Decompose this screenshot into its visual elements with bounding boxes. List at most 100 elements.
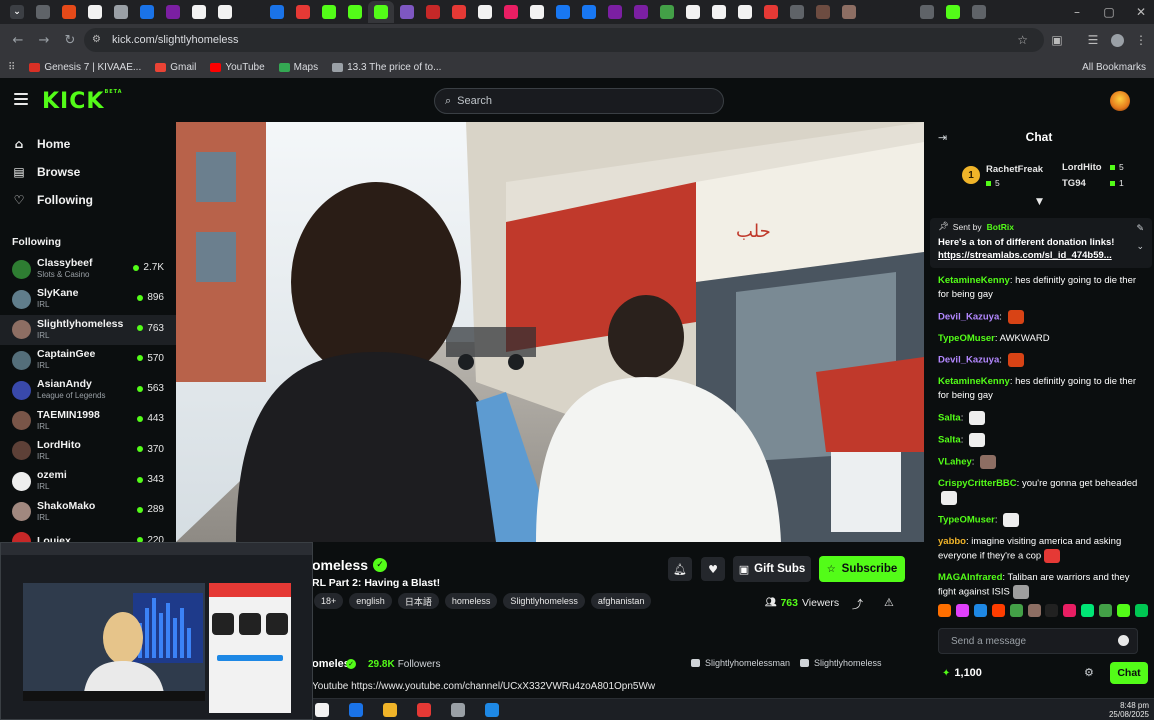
browser-tab[interactable]: [914, 1, 940, 23]
maximize-button[interactable]: ▢: [1094, 0, 1124, 24]
browser-tab[interactable]: [30, 1, 56, 23]
quick-emote-icon[interactable]: [1063, 604, 1077, 617]
browser-tab[interactable]: [82, 1, 108, 23]
chevron-down-icon[interactable]: ⌄: [1136, 242, 1144, 252]
browser-menu-icon[interactable]: ⋮: [1130, 28, 1152, 52]
browser-tab[interactable]: [446, 1, 472, 23]
media-icon[interactable]: ☰: [1082, 28, 1104, 52]
browser-tab[interactable]: [420, 1, 446, 23]
chat-input-box[interactable]: [938, 628, 1138, 654]
browser-tab[interactable]: [134, 1, 160, 23]
extensions-icon[interactable]: ▣: [1046, 28, 1068, 52]
browser-tab[interactable]: [888, 1, 914, 23]
address-bar[interactable]: ⚙ kick.com/slightlyhomeless ☆: [84, 28, 1044, 52]
stream-tag[interactable]: 18+: [314, 593, 344, 609]
close-window-button[interactable]: ✕: [1126, 0, 1154, 24]
stream-tag[interactable]: homeless: [444, 593, 498, 609]
quick-emote-icon[interactable]: [955, 604, 969, 617]
leader-name-1[interactable]: RachetFreak: [986, 164, 1043, 175]
search-box[interactable]: ⌕: [434, 88, 724, 114]
leader-name-2[interactable]: LordHito: [1062, 162, 1102, 173]
quick-emote-icon[interactable]: [938, 604, 951, 617]
system-clock[interactable]: 8:48 pm 25/08/2025: [1105, 701, 1149, 719]
browser-tab[interactable]: [732, 1, 758, 23]
search-input[interactable]: [457, 95, 698, 107]
stream-tag[interactable]: Slightlyhomeless: [503, 593, 585, 609]
browser-tab[interactable]: [706, 1, 732, 23]
quick-emote-icon[interactable]: [1045, 604, 1059, 617]
followed-channel[interactable]: ShakoMako IRL 289: [0, 496, 176, 526]
stream-tag[interactable]: 日本語: [397, 593, 439, 609]
bookmark-item[interactable]: Maps: [278, 62, 318, 73]
chat-username[interactable]: TypeOMuser: [938, 333, 995, 344]
chat-username[interactable]: KetamineKenny: [938, 376, 1010, 387]
user-avatar[interactable]: [1110, 91, 1130, 111]
stream-tag[interactable]: english: [349, 593, 392, 609]
about-youtube-link[interactable]: Youtube https://www.youtube.com/channel/…: [312, 681, 655, 692]
taskbar-app-icon[interactable]: [417, 703, 431, 717]
chat-username[interactable]: KetamineKenny: [938, 275, 1010, 286]
browser-tab[interactable]: [576, 1, 602, 23]
browser-tab[interactable]: [264, 1, 290, 23]
browser-tab[interactable]: [394, 1, 420, 23]
followed-channel[interactable]: LordHito IRL 370: [0, 436, 176, 466]
browser-tab[interactable]: [56, 1, 82, 23]
followed-channel[interactable]: SlyKane IRL 896: [0, 284, 176, 314]
followed-channel[interactable]: CaptainGee IRL 570: [0, 345, 176, 375]
taskbar-app-icon[interactable]: [383, 703, 397, 717]
leader-name-3[interactable]: TG94: [1062, 178, 1086, 189]
browser-tab[interactable]: [290, 1, 316, 23]
browser-tab[interactable]: [654, 1, 680, 23]
browser-tab[interactable]: [758, 1, 784, 23]
notification-bell-button[interactable]: 🔔︎: [668, 557, 692, 581]
reload-button[interactable]: ↻: [58, 28, 82, 52]
chat-username[interactable]: Devil_Kazuya: [938, 311, 999, 322]
browser-tab[interactable]: [368, 1, 394, 23]
bookmark-item[interactable]: Gmail: [155, 62, 196, 73]
nav-item-following[interactable]: ♡ Following: [0, 186, 176, 214]
youtube-link[interactable]: Slightlyhomeless: [800, 658, 882, 668]
picture-in-picture-window[interactable]: [0, 542, 313, 720]
taskbar-app-icon[interactable]: [451, 703, 465, 717]
channel-name[interactable]: omeless: [312, 557, 368, 573]
followed-channel[interactable]: ozemi IRL 343: [0, 466, 176, 496]
browser-tab[interactable]: [602, 1, 628, 23]
browser-tab[interactable]: [966, 1, 992, 23]
browser-tab[interactable]: [498, 1, 524, 23]
minimize-button[interactable]: –: [1062, 0, 1092, 24]
video-player[interactable]: ﺣﻠﺐ: [176, 122, 924, 542]
chat-username[interactable]: MAGAInfrared: [938, 572, 1002, 583]
report-icon[interactable]: ⚠: [884, 596, 894, 609]
quick-emote-icon[interactable]: [1099, 604, 1113, 617]
followed-channel[interactable]: TAEMIN1998 IRL 443: [0, 405, 176, 435]
chat-settings-icon[interactable]: ⚙: [1084, 666, 1094, 679]
back-button[interactable]: ←: [6, 28, 30, 52]
browser-tab[interactable]: [628, 1, 654, 23]
forward-button[interactable]: →: [32, 28, 56, 52]
followed-channel[interactable]: AsianAndy League of Legends 563: [0, 375, 176, 405]
browser-tab[interactable]: [940, 1, 966, 23]
channel-points[interactable]: ✦ 1,100: [942, 667, 982, 679]
browser-tab[interactable]: [160, 1, 186, 23]
browser-tab[interactable]: [316, 1, 342, 23]
quick-emote-icon[interactable]: [1027, 604, 1041, 617]
chat-username[interactable]: CrispyCritterBBC: [938, 478, 1017, 489]
bookmark-item[interactable]: 13.3 The price of to...: [332, 62, 441, 73]
bookmark-item[interactable]: Genesis 7 | KIVAAE...: [29, 62, 141, 73]
browser-tab[interactable]: [862, 1, 888, 23]
chat-username[interactable]: TypeOMuser: [938, 514, 995, 525]
chat-username[interactable]: VLahey: [938, 456, 972, 467]
browser-tab[interactable]: [836, 1, 862, 23]
browser-tab[interactable]: [810, 1, 836, 23]
browser-tab[interactable]: [784, 1, 810, 23]
emoji-picker-icon[interactable]: [1118, 635, 1129, 646]
browser-tab[interactable]: [472, 1, 498, 23]
tab-search-button[interactable]: ⌄: [4, 1, 30, 23]
chat-username[interactable]: Devil_Kazuya: [938, 355, 999, 366]
taskbar-app-icon[interactable]: [349, 703, 363, 717]
chat-input[interactable]: [951, 635, 1111, 647]
chat-username[interactable]: Salta: [938, 434, 961, 445]
subscribe-button[interactable]: ☆ Subscribe: [819, 556, 905, 582]
profile-icon[interactable]: [1106, 28, 1128, 52]
pinned-link[interactable]: https://streamlabs.com/sl_id_474b59...: [938, 250, 1144, 261]
